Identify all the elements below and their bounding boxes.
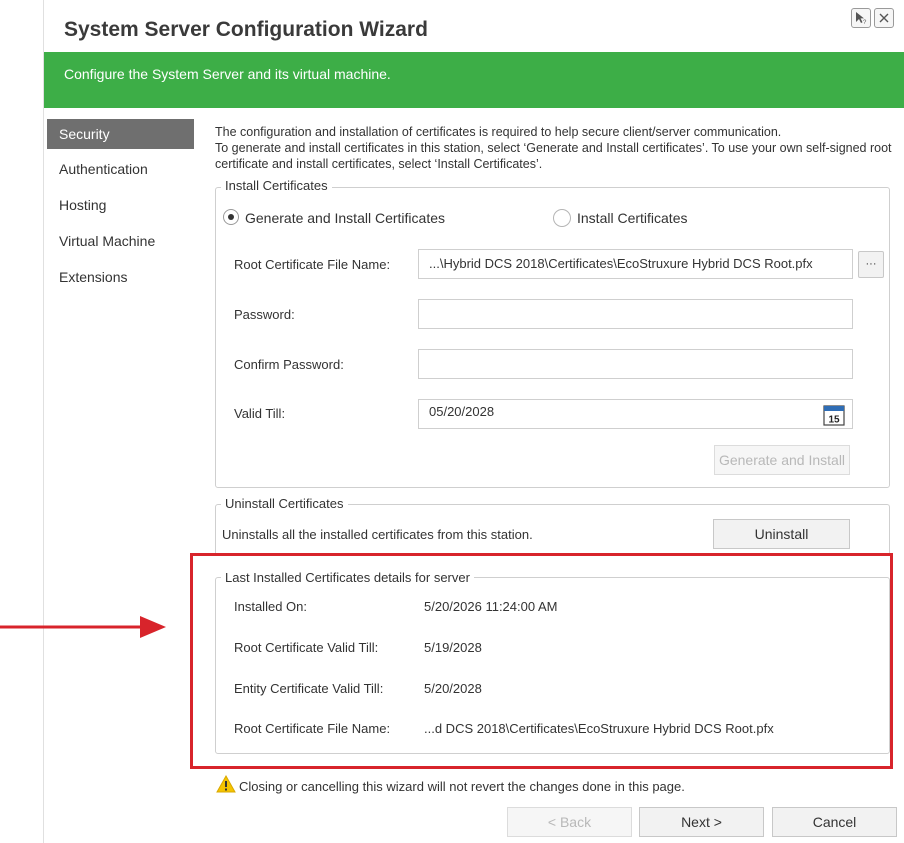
- window-title: System Server Configuration Wizard: [64, 18, 428, 41]
- sidebar-item-virtual-machine[interactable]: Virtual Machine: [47, 226, 194, 256]
- highlight-arrow: [0, 616, 166, 638]
- warning-icon: [216, 774, 236, 793]
- description: The configuration and installation of ce…: [215, 124, 895, 172]
- back-button[interactable]: < Back: [507, 807, 632, 837]
- install-certificates-legend: Install Certificates: [221, 178, 332, 193]
- sidebar-item-extensions[interactable]: Extensions: [47, 262, 194, 292]
- context-help-button[interactable]: ?: [851, 8, 871, 28]
- confirm-password-label: Confirm Password:: [234, 357, 344, 372]
- svg-text:?: ?: [863, 20, 867, 25]
- warning-text: Closing or cancelling this wizard will n…: [239, 779, 685, 794]
- description-line-2: To generate and install certificates in …: [215, 141, 892, 171]
- install-certificates-group: [215, 187, 890, 488]
- generate-install-radio[interactable]: [223, 209, 239, 225]
- sidebar-item-hosting[interactable]: Hosting: [47, 190, 194, 220]
- confirm-password-field[interactable]: [418, 349, 853, 379]
- valid-till-label: Valid Till:: [234, 406, 286, 421]
- password-label: Password:: [234, 307, 295, 322]
- uninstall-description: Uninstalls all the installed certificate…: [222, 527, 533, 542]
- highlight-box: [190, 553, 893, 769]
- header-banner: Configure the System Server and its virt…: [44, 52, 904, 108]
- close-icon: [879, 13, 889, 23]
- description-line-1: The configuration and installation of ce…: [215, 125, 782, 139]
- browse-button[interactable]: ···: [858, 251, 884, 278]
- calendar-day: 15: [828, 415, 840, 426]
- help-pointer-icon: ?: [856, 12, 867, 25]
- uninstall-certificates-legend: Uninstall Certificates: [221, 496, 348, 511]
- close-button[interactable]: [874, 8, 894, 28]
- generate-install-button[interactable]: Generate and Install: [714, 445, 850, 475]
- sidebar-item-security[interactable]: Security: [47, 119, 194, 149]
- cancel-button[interactable]: Cancel: [772, 807, 897, 837]
- uninstall-button[interactable]: Uninstall: [713, 519, 850, 549]
- root-cert-field[interactable]: ...\Hybrid DCS 2018\Certificates\EcoStru…: [418, 249, 853, 279]
- install-certificates-label[interactable]: Install Certificates: [577, 210, 687, 226]
- install-certificates-radio[interactable]: [553, 209, 571, 227]
- password-field[interactable]: [418, 299, 853, 329]
- banner-text: Configure the System Server and its virt…: [64, 66, 391, 82]
- valid-till-field[interactable]: 05/20/2028: [418, 399, 853, 429]
- calendar-icon: 15: [823, 405, 845, 426]
- calendar-button[interactable]: 15: [823, 404, 845, 426]
- sidebar-item-authentication[interactable]: Authentication: [47, 154, 194, 184]
- next-button[interactable]: Next >: [639, 807, 764, 837]
- root-cert-label: Root Certificate File Name:: [234, 257, 391, 272]
- generate-install-label[interactable]: Generate and Install Certificates: [245, 210, 445, 226]
